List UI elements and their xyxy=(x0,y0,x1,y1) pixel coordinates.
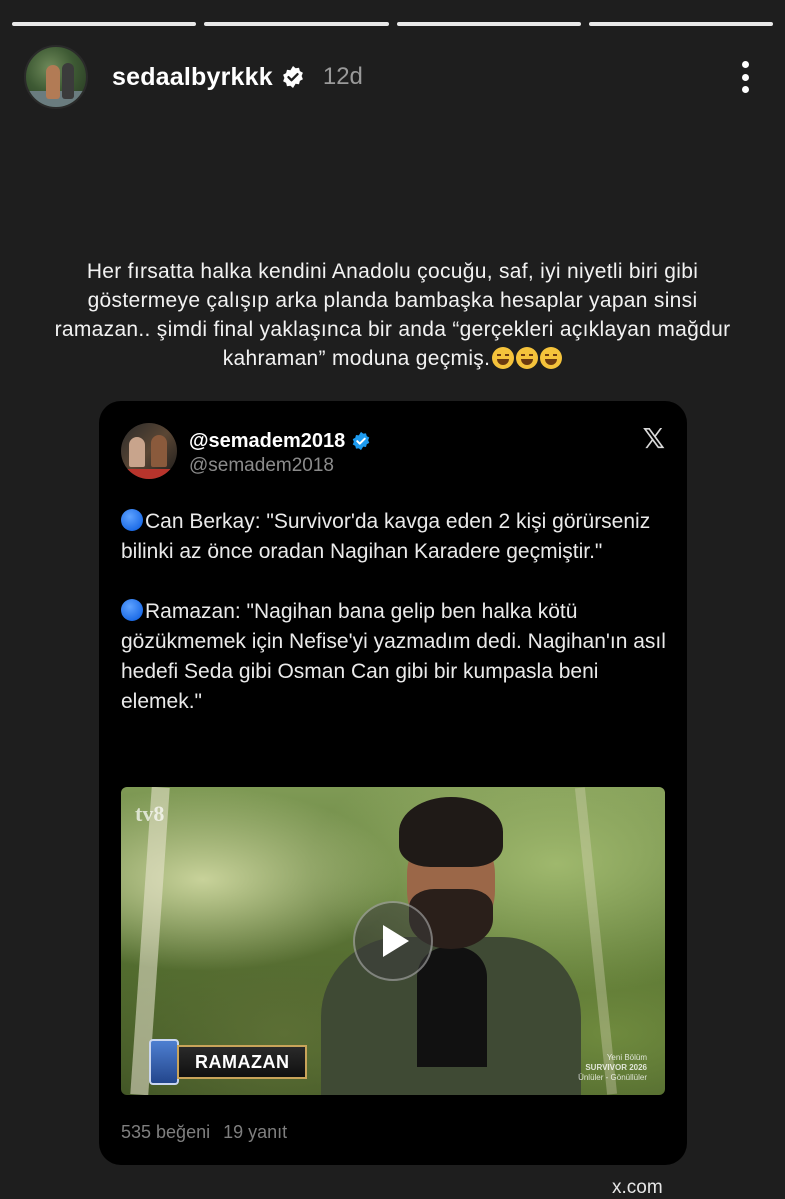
like-count: 535 beğeni xyxy=(121,1122,211,1142)
avatar[interactable] xyxy=(24,45,88,109)
story-header: sedaalbyrkkk 12d xyxy=(24,44,755,110)
progress-segment xyxy=(396,22,581,26)
x-logo-icon: 𝕏 xyxy=(642,422,665,455)
tweet-body: Can Berkay: "Survivor'da kavga eden 2 ki… xyxy=(121,507,669,747)
tweet-handle: @semadem2018 xyxy=(189,454,334,476)
verified-badge-icon xyxy=(281,65,305,89)
story-viewer: sedaalbyrkkk 12d Her fırsatta halka kend… xyxy=(0,0,785,1199)
team-shield-icon xyxy=(149,1039,179,1085)
caption-text: Her fırsatta halka kendini Anadolu çocuğ… xyxy=(54,260,731,370)
laughing-tears-emoji xyxy=(516,347,539,369)
tweet-stats: 535 beğeni 19 yanıt xyxy=(121,1122,287,1143)
progress-segment xyxy=(12,22,197,26)
tweet-display-name: @semadem2018 xyxy=(189,429,346,452)
lower-third: RAMAZAN xyxy=(149,1039,308,1085)
tweet-card[interactable]: @semadem2018 @semadem2018 𝕏 Can Berkay: … xyxy=(99,401,687,1165)
show-logo-text: Yeni Bölüm SURVIVOR 2026 Ünlüler - Gönül… xyxy=(578,1053,647,1082)
laughing-tears-emoji xyxy=(492,347,515,369)
play-icon[interactable] xyxy=(353,901,433,981)
contestant-name: RAMAZAN xyxy=(177,1045,308,1079)
progress-segment xyxy=(588,22,773,26)
laughing-tears-emoji xyxy=(540,347,563,369)
story-progress xyxy=(12,22,773,26)
tweet-paragraph: Can Berkay: "Survivor'da kavga eden 2 ki… xyxy=(121,509,651,563)
tweet-video[interactable]: tv8 RAMAZAN Yeni Bölüm SURVIVOR 2026 Ünl… xyxy=(121,787,665,1095)
progress-segment xyxy=(204,22,389,26)
username[interactable]: sedaalbyrkkk xyxy=(112,63,273,92)
tweet-paragraph: Ramazan: "Nagihan bana gelip ben halka k… xyxy=(121,599,666,713)
source-link[interactable]: x.com xyxy=(612,1177,663,1199)
story-caption: Her fırsatta halka kendini Anadolu çocuğ… xyxy=(40,257,745,373)
more-vertical-icon[interactable] xyxy=(735,57,755,97)
tweet-avatar xyxy=(121,423,177,479)
channel-watermark: tv8 xyxy=(135,801,165,826)
post-time: 12d xyxy=(322,63,363,90)
reply-count: 19 yanıt xyxy=(223,1122,288,1142)
blue-circle-icon xyxy=(121,509,143,531)
blue-circle-icon xyxy=(121,599,143,621)
tweet-header: @semadem2018 @semadem2018 𝕏 xyxy=(121,423,665,483)
verified-badge-icon xyxy=(353,431,370,451)
